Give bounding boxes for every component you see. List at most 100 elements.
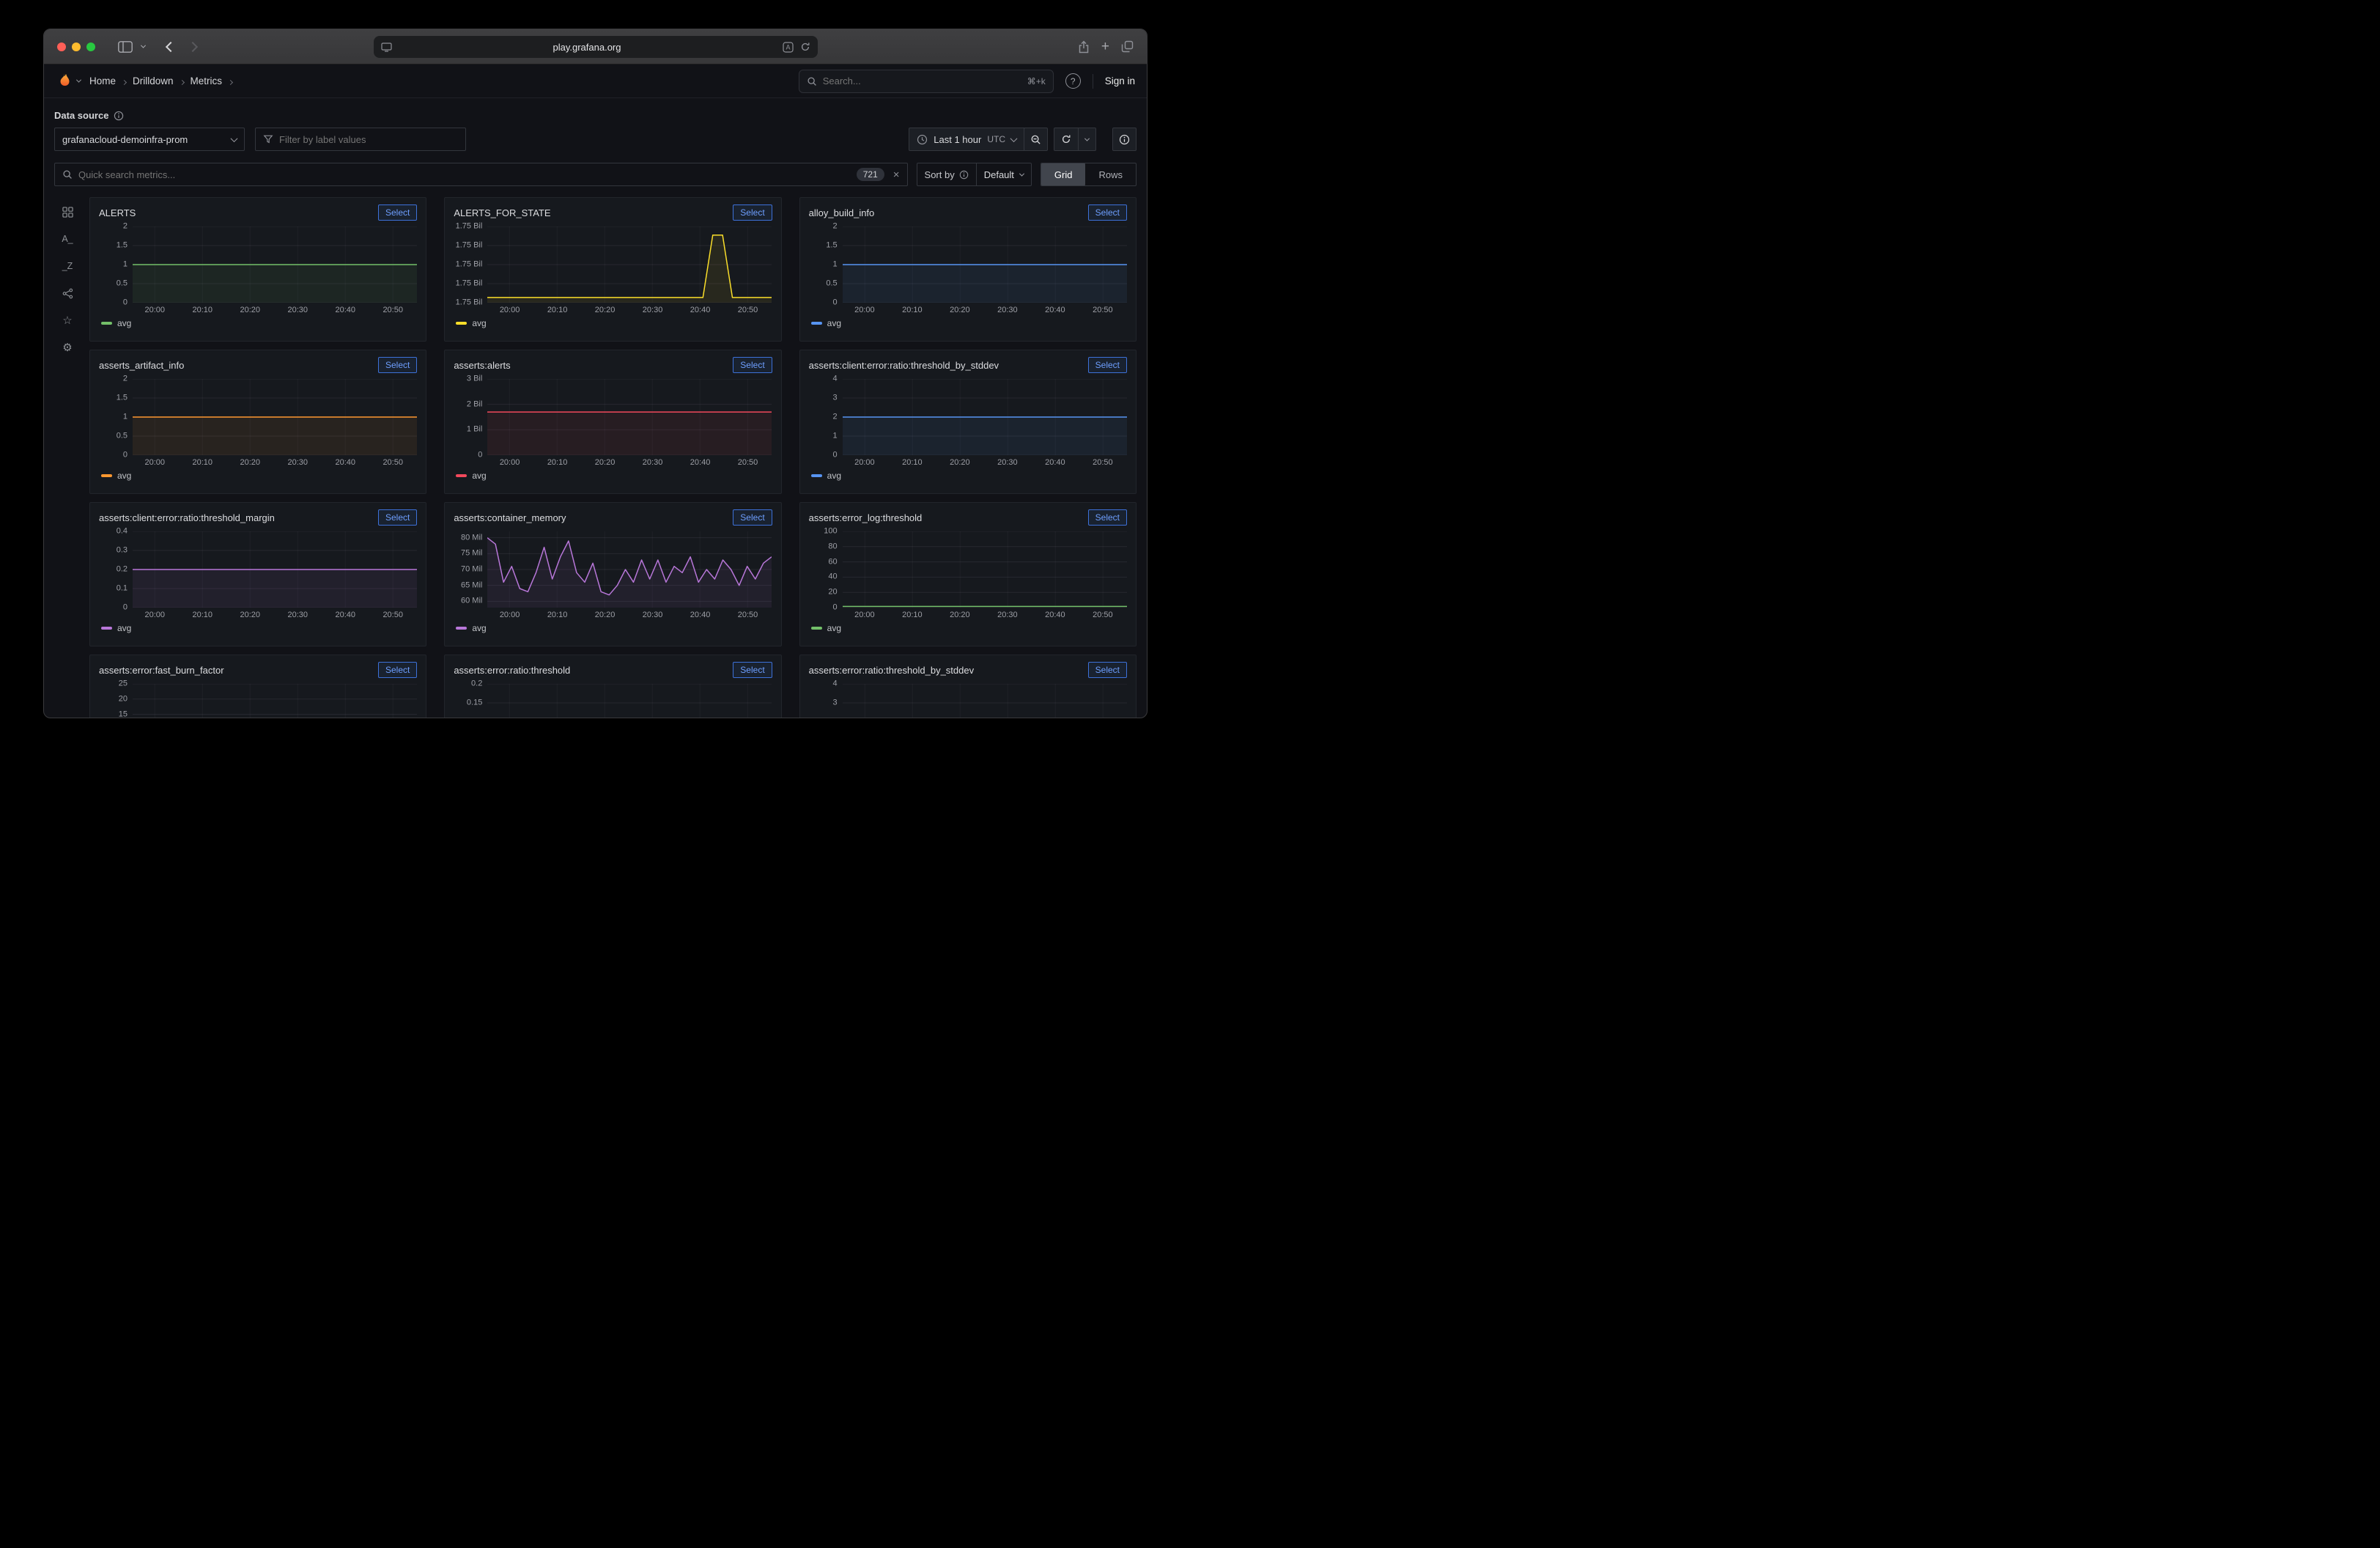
chart-plot[interactable]	[133, 379, 417, 455]
refresh-icon[interactable]	[1054, 128, 1078, 150]
back-button[interactable]	[160, 37, 182, 57]
sign-in-button[interactable]: Sign in	[1105, 75, 1135, 86]
view-grid-button[interactable]: Grid	[1041, 163, 1086, 185]
help-icon[interactable]: ?	[1065, 73, 1081, 89]
global-search-input[interactable]: ⌘+k	[799, 70, 1054, 93]
panel-select-button[interactable]: Select	[378, 662, 417, 678]
panel-select-button[interactable]: Select	[733, 509, 772, 526]
tab-overview-icon[interactable]	[1121, 40, 1134, 53]
relations-icon[interactable]	[59, 286, 76, 301]
breadcrumb-drilldown[interactable]: Drilldown	[133, 75, 174, 86]
share-icon[interactable]	[1078, 40, 1090, 54]
quick-search-field[interactable]	[78, 169, 851, 180]
letter-z-icon[interactable]: _Z	[59, 259, 76, 273]
y-tick-label: 0.5	[117, 431, 128, 440]
gear-icon[interactable]: ⚙	[59, 340, 76, 355]
forward-button[interactable]	[182, 37, 204, 57]
apps-grid-icon[interactable]	[59, 204, 76, 219]
zoom-out-time-button[interactable]	[1024, 128, 1048, 151]
panel-select-button[interactable]: Select	[1088, 662, 1127, 678]
chart-plot[interactable]	[843, 226, 1127, 303]
view-rows-button[interactable]: Rows	[1085, 163, 1136, 185]
panel-header: asserts_artifact_info Select	[99, 355, 417, 375]
legend-label[interactable]: avg	[472, 471, 486, 481]
panel-select-button[interactable]: Select	[378, 204, 417, 221]
label-filter-field[interactable]	[279, 134, 458, 145]
panel-select-button[interactable]: Select	[378, 357, 417, 373]
data-source-picker[interactable]: grafanacloud-demoinfra-prom	[54, 128, 245, 151]
x-tick-label: 20:20	[240, 306, 260, 314]
chart-plot[interactable]	[133, 226, 417, 303]
chart-plot[interactable]	[487, 226, 772, 303]
new-tab-icon[interactable]: +	[1101, 40, 1109, 54]
breadcrumb-metrics[interactable]: Metrics	[191, 75, 223, 86]
x-tick-label: 20:30	[287, 611, 308, 619]
letter-a-icon[interactable]: A_	[59, 232, 76, 246]
legend-label[interactable]: avg	[117, 318, 131, 328]
address-bar[interactable]: play.grafana.org A	[374, 36, 818, 58]
breadcrumb-home[interactable]: Home	[89, 75, 116, 86]
panel-select-button[interactable]: Select	[1088, 357, 1127, 373]
org-chevron-icon[interactable]	[77, 79, 81, 83]
x-tick-label: 20:50	[382, 458, 403, 467]
time-range-picker[interactable]: Last 1 hour UTC	[909, 128, 1024, 151]
sort-select[interactable]: Default	[976, 163, 1031, 185]
time-range-value: Last 1 hour	[934, 134, 981, 145]
chart-yaxis: 0.40.30.20.10	[99, 531, 133, 608]
panel-header: alloy_build_info Select	[809, 202, 1127, 223]
panel-select-button[interactable]: Select	[733, 357, 772, 373]
zoom-window-button[interactable]	[86, 43, 95, 51]
legend-label[interactable]: avg	[472, 623, 486, 633]
legend-label[interactable]: avg	[827, 623, 841, 633]
clear-search-icon[interactable]: ×	[893, 169, 900, 181]
translate-icon[interactable]: A	[783, 42, 794, 53]
panel-header: ALERTS_FOR_STATE Select	[454, 202, 772, 223]
legend-label[interactable]: avg	[117, 471, 131, 481]
panel-info-button[interactable]	[1112, 128, 1137, 151]
y-tick-label: 0.2	[471, 679, 482, 688]
y-tick-label: 1 Bil	[467, 425, 482, 434]
chart-plot[interactable]	[843, 531, 1127, 608]
minimize-window-button[interactable]	[72, 43, 81, 51]
grafana-logo[interactable]	[56, 73, 73, 89]
y-tick-label: 0.4	[117, 526, 128, 535]
global-search-field[interactable]	[823, 75, 1021, 86]
x-tick-label: 20:50	[738, 611, 758, 619]
y-tick-label: 20	[119, 694, 128, 703]
y-tick-label: 1	[123, 259, 128, 268]
chart-plot[interactable]	[133, 531, 417, 608]
panel-select-button[interactable]: Select	[733, 204, 772, 221]
sidebar-toggle-icon[interactable]	[114, 37, 136, 57]
y-tick-label: 1.75 Bil	[456, 259, 483, 268]
panel-select-button[interactable]: Select	[1088, 509, 1127, 526]
panel-select-button[interactable]: Select	[733, 662, 772, 678]
close-window-button[interactable]	[57, 43, 66, 51]
chart-plot[interactable]	[843, 684, 1127, 718]
tab-group-chevron-icon[interactable]	[136, 37, 149, 57]
browser-window: play.grafana.org A +	[43, 29, 1148, 718]
chart-plot[interactable]	[487, 531, 772, 608]
chart-plot[interactable]	[487, 379, 772, 455]
x-tick-label: 20:50	[738, 306, 758, 314]
chart-plot[interactable]	[843, 379, 1127, 455]
x-tick-label: 20:10	[547, 306, 568, 314]
x-tick-label: 20:20	[950, 306, 970, 314]
quick-search-input[interactable]: 721 ×	[54, 163, 908, 186]
info-icon[interactable]	[114, 111, 124, 121]
legend-label[interactable]: avg	[827, 318, 841, 328]
chart-plot[interactable]	[133, 684, 417, 718]
x-tick-label: 20:20	[950, 611, 970, 619]
reload-icon[interactable]	[800, 42, 810, 52]
panel-select-button[interactable]: Select	[378, 509, 417, 526]
refresh-interval-chevron[interactable]	[1079, 128, 1095, 150]
legend-label[interactable]: avg	[117, 623, 131, 633]
chart: 43210	[809, 379, 1127, 455]
chart-plot[interactable]	[487, 684, 772, 718]
label-filter-input[interactable]	[255, 128, 466, 151]
info-icon[interactable]	[959, 170, 969, 180]
y-tick-label: 15	[119, 710, 128, 718]
star-icon[interactable]: ☆	[59, 313, 76, 328]
legend-label[interactable]: avg	[827, 471, 841, 481]
legend-label[interactable]: avg	[472, 318, 486, 328]
panel-select-button[interactable]: Select	[1088, 204, 1127, 221]
